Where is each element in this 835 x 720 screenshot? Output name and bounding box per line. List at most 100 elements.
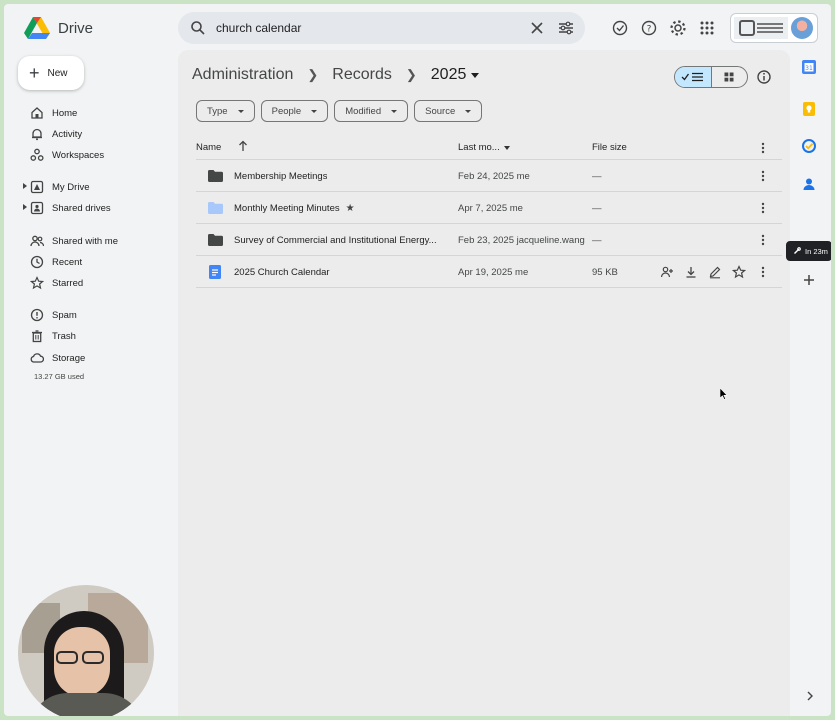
more-vert-icon[interactable] xyxy=(760,141,766,155)
sidebar-item-shared-drives[interactable]: Shared drives xyxy=(23,199,111,217)
tasks-app-icon[interactable] xyxy=(801,138,817,154)
table-row[interactable]: Survey of Commercial and Institutional E… xyxy=(196,224,782,256)
drive-logo-icon xyxy=(24,17,50,39)
filter-people[interactable]: People xyxy=(260,100,329,122)
sidebar-item-trash[interactable]: Trash xyxy=(30,327,76,345)
contacts-app-icon[interactable] xyxy=(801,176,817,192)
file-name-text: Monthly Meeting Minutes xyxy=(234,203,340,214)
table-row[interactable]: Membership Meetings Feb 24, 2025 me — xyxy=(196,160,782,192)
sidebar-item-label: My Drive xyxy=(52,181,90,193)
chevron-down-icon xyxy=(465,109,472,113)
chevron-down-icon xyxy=(391,109,398,113)
plus-icon: + xyxy=(29,63,40,83)
sidebar-item-recent[interactable]: Recent xyxy=(30,253,82,271)
row-actions xyxy=(660,265,746,279)
main-content: Administration ❯ Records ❯ 2025 Type Peo… xyxy=(178,50,790,716)
filter-source[interactable]: Source xyxy=(414,100,483,122)
drive-logo[interactable]: Drive xyxy=(24,16,93,40)
filter-label: Modified xyxy=(345,105,382,117)
app-name: Drive xyxy=(58,19,94,37)
plus-icon[interactable] xyxy=(801,272,817,288)
sidebar-item-label: Workspaces xyxy=(52,149,105,161)
close-icon[interactable] xyxy=(530,21,544,35)
grid-icon xyxy=(724,72,734,82)
sort-arrow-up-icon[interactable] xyxy=(238,140,248,152)
help-icon[interactable]: ? xyxy=(640,19,658,37)
more-vert-icon[interactable] xyxy=(760,265,766,279)
star-icon xyxy=(30,276,44,290)
chevron-down-icon[interactable] xyxy=(504,146,510,150)
table-row[interactable]: 2025 Church Calendar Apr 19, 2025 me 95 … xyxy=(196,256,782,288)
filter-type[interactable]: Type xyxy=(196,100,255,122)
webcam-person xyxy=(82,651,104,664)
download-icon[interactable] xyxy=(684,265,698,279)
filter-label: People xyxy=(271,105,302,117)
avatar[interactable] xyxy=(791,17,813,39)
table-header: Name Last mo... File size xyxy=(196,134,782,160)
view-toggle[interactable] xyxy=(674,66,748,88)
ready-offline-icon[interactable] xyxy=(611,19,629,37)
breadcrumb-item[interactable]: Records xyxy=(332,66,392,84)
folder-icon xyxy=(208,234,223,246)
filter-modified[interactable]: Modified xyxy=(334,100,409,122)
grid-view-button[interactable] xyxy=(712,67,748,87)
google-doc-icon xyxy=(209,265,221,279)
sidebar-item-shared-with-me[interactable]: Shared with me xyxy=(30,232,118,250)
file-modified: Apr 19, 2025 me xyxy=(458,267,529,278)
table-row[interactable]: Monthly Meeting Minutes ★ Apr 7, 2025 me … xyxy=(196,192,782,224)
info-icon[interactable] xyxy=(756,69,772,85)
church-logo-icon xyxy=(739,20,755,36)
search-input[interactable]: church calendar xyxy=(216,21,301,35)
sidebar-item-workspaces[interactable]: Workspaces xyxy=(30,146,104,164)
search-icon[interactable] xyxy=(190,20,206,36)
apps-grid-icon[interactable] xyxy=(698,19,716,37)
calendar-app-icon[interactable]: 31 xyxy=(801,59,817,75)
file-modified: Feb 23, 2025 jacqueline.wang xyxy=(458,235,585,246)
sidebar-item-home[interactable]: Home xyxy=(30,104,77,122)
sidebar-item-my-drive[interactable]: My Drive xyxy=(23,178,90,196)
more-vert-icon[interactable] xyxy=(760,169,766,183)
breadcrumb-current[interactable]: 2025 xyxy=(431,66,467,84)
breadcrumb: Administration ❯ Records ❯ 2025 xyxy=(192,66,480,84)
keep-app-icon[interactable] xyxy=(801,101,817,117)
search-options-icon[interactable] xyxy=(558,21,574,35)
column-header-name[interactable]: Name xyxy=(196,142,221,153)
sidebar-item-label: Shared drives xyxy=(52,202,111,214)
sidebar-item-starred[interactable]: Starred xyxy=(30,274,83,292)
new-button[interactable]: + New xyxy=(18,56,84,90)
more-vert-icon[interactable] xyxy=(760,233,766,247)
chevron-down-icon[interactable] xyxy=(471,72,480,78)
chevron-right-icon[interactable] xyxy=(805,690,815,702)
rename-pencil-icon[interactable] xyxy=(708,265,722,279)
file-size: 95 KB xyxy=(592,267,618,278)
sidebar-item-activity[interactable]: Activity xyxy=(30,125,82,143)
more-vert-icon[interactable] xyxy=(760,201,766,215)
gear-icon[interactable] xyxy=(669,19,687,37)
sidebar-item-spam[interactable]: Spam xyxy=(30,306,77,324)
webcam-overlay xyxy=(18,585,154,716)
search-bar[interactable]: church calendar xyxy=(178,12,585,44)
breadcrumb-item[interactable]: Administration xyxy=(192,66,293,84)
sidebar-item-storage[interactable]: Storage xyxy=(30,349,85,367)
expand-arrow-icon[interactable] xyxy=(23,204,27,210)
sidebar-item-label: Home xyxy=(52,107,78,119)
webcam-person xyxy=(56,651,78,664)
sidebar-item-label: Storage xyxy=(52,352,86,364)
sidebar-item-label: Activity xyxy=(52,128,83,140)
filter-label: Type xyxy=(207,105,228,117)
star-icon[interactable] xyxy=(732,265,746,279)
file-size: — xyxy=(592,235,602,246)
drive-icon xyxy=(30,180,44,194)
share-person-add-icon[interactable] xyxy=(660,265,674,279)
link-icon xyxy=(794,247,801,254)
expand-arrow-icon[interactable] xyxy=(23,183,27,189)
meeting-tooltip: In 23m xyxy=(786,241,831,261)
mouse-cursor-icon xyxy=(720,388,728,400)
account-switcher[interactable] xyxy=(730,13,818,43)
people-icon xyxy=(30,235,44,247)
svg-text:31: 31 xyxy=(805,65,813,72)
column-header-last-modified[interactable]: Last mo... xyxy=(458,142,500,153)
list-view-button[interactable] xyxy=(675,67,712,87)
file-name: Membership Meetings xyxy=(234,171,328,182)
column-header-file-size[interactable]: File size xyxy=(592,142,627,153)
